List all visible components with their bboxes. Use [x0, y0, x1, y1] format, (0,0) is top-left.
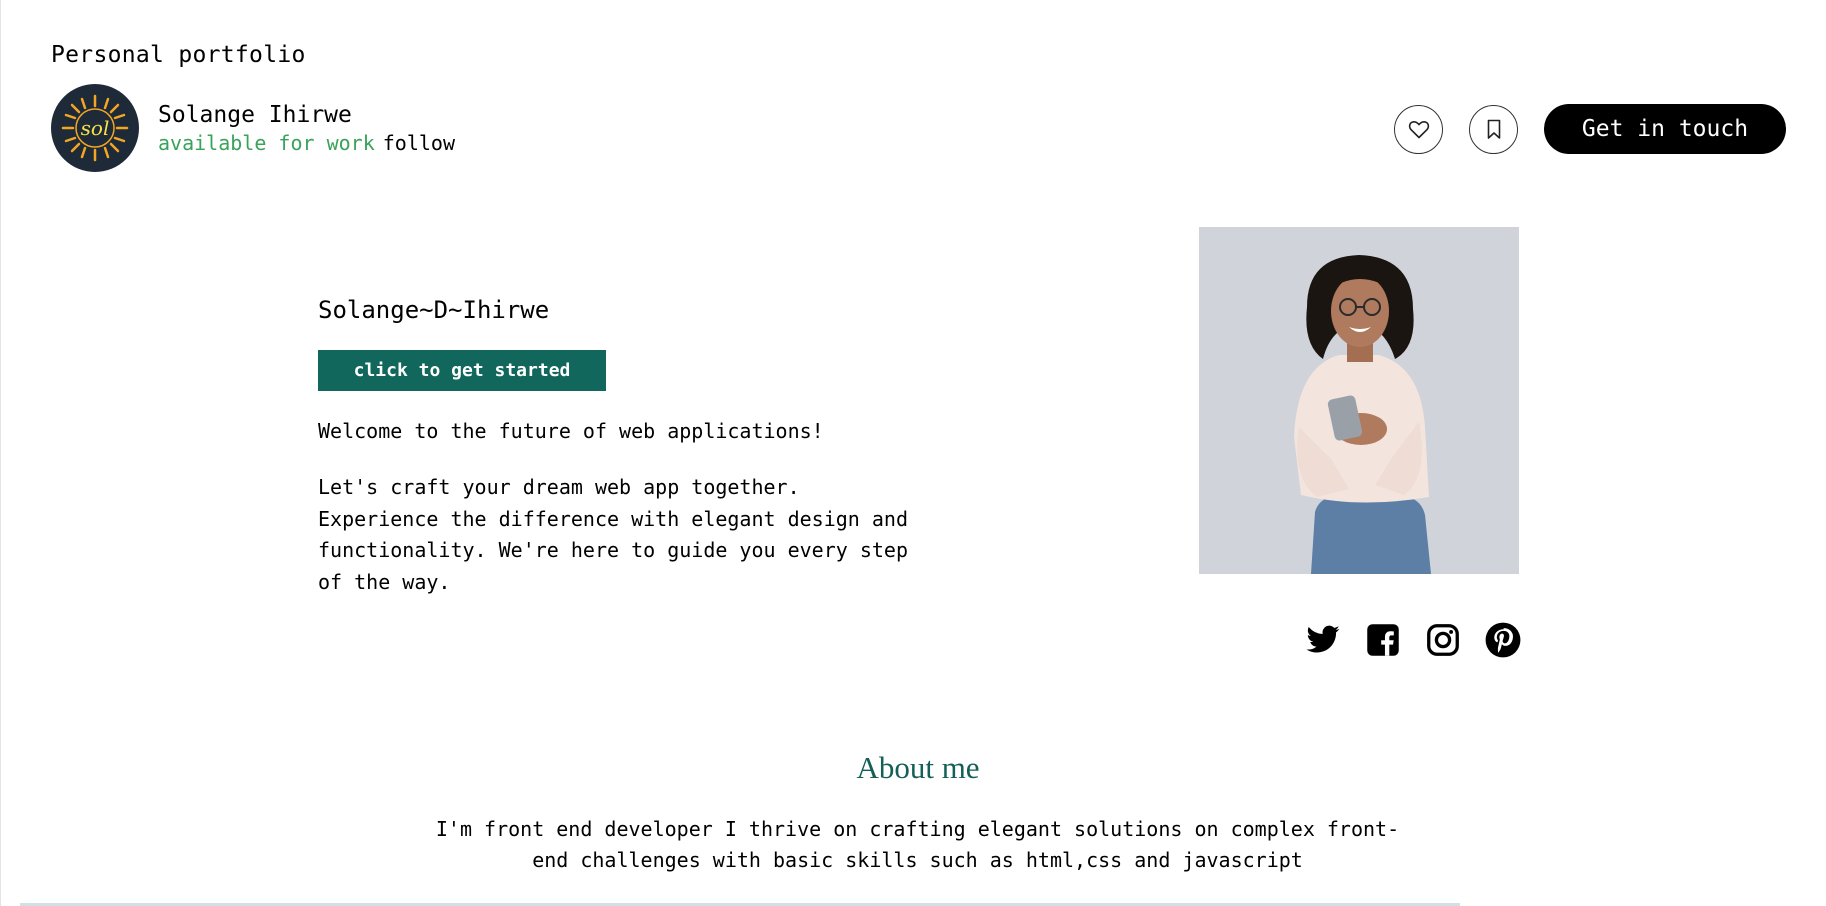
sun-logo-icon: sol [61, 94, 129, 162]
page-title: Personal portfolio [51, 42, 306, 68]
profile-bar: sol Solange Ihirwe available for work fol… [51, 84, 455, 172]
twitter-link[interactable] [1303, 620, 1343, 660]
social-links [1303, 620, 1543, 660]
profile-text: Solange Ihirwe available for work follow [158, 100, 455, 156]
profile-sub: available for work follow [158, 130, 455, 156]
bookmark-icon [1487, 119, 1500, 139]
welcome-text: Welcome to the future of web application… [318, 419, 824, 443]
follow-link[interactable]: follow [383, 131, 455, 155]
pinterest-link[interactable] [1483, 620, 1523, 660]
get-started-button[interactable]: click to get started [318, 350, 606, 391]
like-button[interactable] [1394, 104, 1443, 154]
about-title: About me [856, 750, 980, 785]
twitter-icon [1306, 625, 1340, 653]
profile-name: Solange Ihirwe [158, 102, 352, 128]
avatar-text: sol [81, 116, 110, 140]
pinterest-icon [1485, 622, 1521, 658]
instagram-icon [1427, 624, 1459, 656]
instagram-link[interactable] [1423, 620, 1463, 660]
facebook-icon [1367, 624, 1399, 656]
heart-icon [1408, 121, 1429, 139]
bookmark-button[interactable] [1469, 104, 1518, 154]
facebook-link[interactable] [1363, 620, 1403, 660]
about-text: I'm front end developer I thrive on craf… [435, 817, 1400, 872]
avatar[interactable]: sol [51, 84, 139, 172]
get-in-touch-button[interactable]: Get in touch [1544, 104, 1786, 154]
header-actions: Get in touch [1394, 104, 1786, 154]
hero-name: Solange~D~Ihirwe [318, 296, 550, 324]
pitch-text: Let's craft your dream web app together.… [318, 475, 909, 594]
availability-status: available for work [158, 131, 375, 155]
portrait-image [1199, 227, 1519, 574]
